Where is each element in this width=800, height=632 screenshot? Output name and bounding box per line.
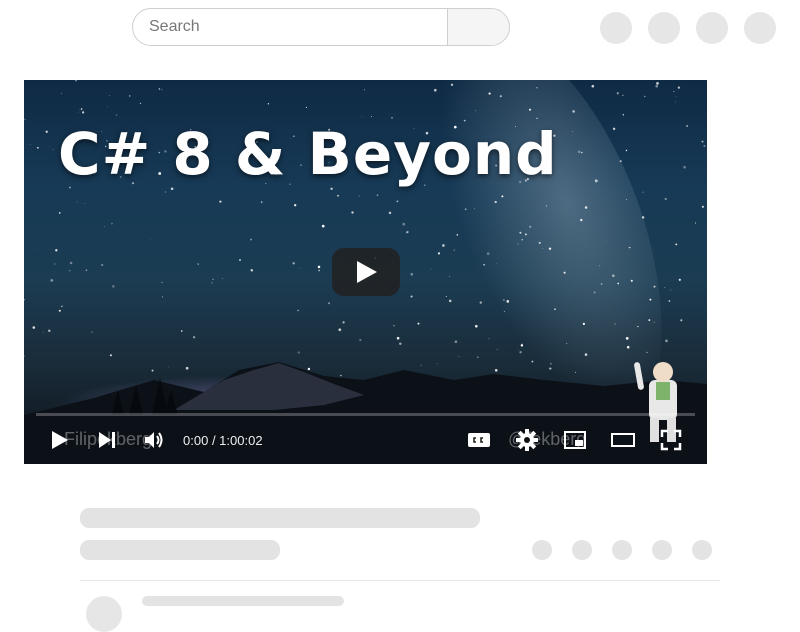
time-display: 0:00 / 1:00:02 — [183, 433, 263, 448]
action-placeholder-2 — [572, 540, 592, 560]
fullscreen-icon[interactable] — [659, 428, 683, 452]
title-placeholder — [80, 508, 480, 528]
current-time: 0:00 — [183, 433, 209, 448]
volume-icon[interactable] — [142, 428, 166, 452]
play-icon — [357, 261, 377, 283]
top-action-icon-4[interactable] — [744, 12, 776, 44]
action-placeholder-5 — [692, 540, 712, 560]
video-player[interactable]: C# 8 & Beyond Filipekberg @fekberg 0:00 … — [24, 80, 707, 464]
channel-avatar-placeholder — [86, 596, 122, 632]
gear-icon[interactable] — [515, 428, 539, 452]
duration: 1:00:02 — [219, 433, 263, 448]
captions-icon[interactable] — [467, 428, 491, 452]
action-placeholder-3 — [612, 540, 632, 560]
top-action-icon-1[interactable] — [600, 12, 632, 44]
search-box — [132, 8, 510, 46]
play-icon[interactable] — [48, 428, 72, 452]
large-play-button[interactable] — [332, 248, 400, 296]
channel-name-placeholder — [142, 596, 344, 606]
player-controls: Filipekberg @fekberg 0:00 / 1:00:02 — [24, 416, 707, 464]
action-placeholder-4 — [652, 540, 672, 560]
search-button[interactable] — [447, 9, 509, 45]
action-placeholder-1 — [532, 540, 552, 560]
meta-placeholder — [80, 540, 280, 560]
miniplayer-icon[interactable] — [563, 428, 587, 452]
top-action-icon-2[interactable] — [648, 12, 680, 44]
search-input[interactable] — [133, 9, 447, 45]
divider — [80, 580, 720, 581]
theater-mode-icon[interactable] — [611, 428, 635, 452]
skip-next-icon[interactable] — [96, 428, 120, 452]
top-action-icon-3[interactable] — [696, 12, 728, 44]
video-title-overlay: C# 8 & Beyond — [58, 120, 558, 188]
